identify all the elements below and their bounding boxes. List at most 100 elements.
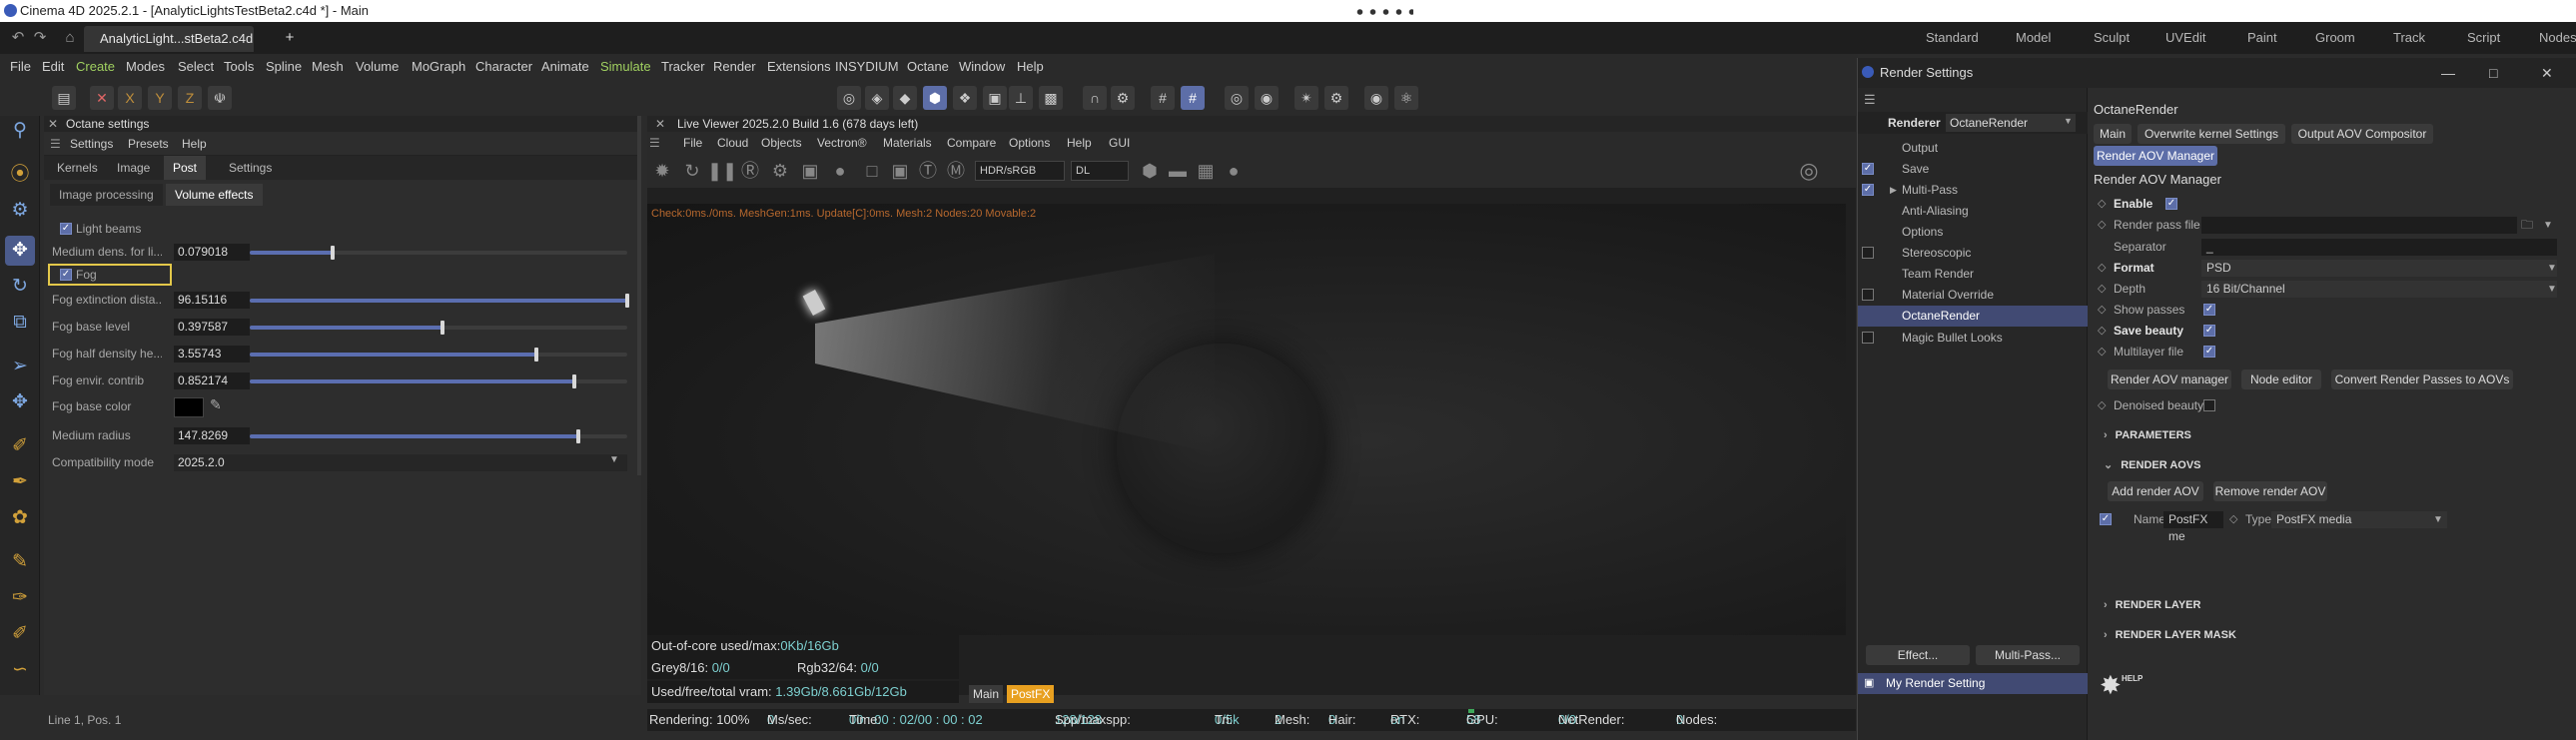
render-view-icon[interactable]: ◉ (1255, 86, 1279, 110)
menu-render[interactable]: Render (713, 54, 756, 80)
menu-options[interactable]: Options (1009, 132, 1050, 154)
menu-edit[interactable]: Edit (42, 54, 64, 80)
render-setting-item[interactable]: ▣ My Render Setting (1858, 673, 2088, 694)
menu-help[interactable]: Help (1067, 132, 1092, 154)
render-pass-file-field[interactable] (2201, 217, 2517, 234)
layout-paint[interactable]: Paint (2247, 22, 2277, 54)
axis-mode-icon[interactable]: ⊥ (1009, 86, 1033, 110)
convert-passes-button[interactable]: Convert Render Passes to AOVs (2331, 370, 2513, 389)
spline-pen-icon[interactable]: ✐ (5, 431, 35, 461)
tab-settings[interactable]: Settings (220, 156, 281, 180)
tab-image[interactable]: Image (108, 156, 159, 180)
move-tool-icon[interactable]: ✥ (5, 236, 35, 266)
multipass-checkbox[interactable]: ✓ (1862, 184, 1874, 196)
layout-model[interactable]: Model (2016, 22, 2051, 54)
points-mode-icon[interactable]: ◎ (837, 86, 861, 110)
slider-thumb[interactable] (572, 374, 577, 388)
tab-postfx[interactable]: PostFX (1007, 685, 1055, 703)
list-output[interactable]: Output (1858, 138, 2088, 159)
aov-name-field[interactable]: PostFX me (2163, 511, 2223, 543)
renderer-select[interactable]: OctaneRender (1946, 114, 2076, 132)
chevron-down-icon[interactable]: ▼ (2543, 215, 2553, 236)
octane-live-icon[interactable]: ⚛ (1394, 86, 1418, 110)
snap-magnet-icon[interactable]: ∩ (1083, 86, 1107, 110)
param-slider[interactable] (250, 348, 627, 362)
node-editor-button[interactable]: Node editor (2241, 370, 2321, 389)
search-icon[interactable]: ⚲ (5, 116, 35, 146)
transform-tool-icon[interactable]: ➢ (5, 352, 35, 381)
remove-render-aov-button[interactable]: Remove render AOV (2213, 481, 2327, 501)
keyframe-icon[interactable]: ◇ (2098, 215, 2106, 236)
coordinate-system-icon[interactable]: ☫ (208, 86, 232, 110)
subtab-volume-effects[interactable]: Volume effects (166, 184, 263, 206)
menu-modes[interactable]: Modes (126, 54, 165, 80)
tab-main[interactable]: Main (2094, 124, 2132, 144)
menu-file[interactable]: File (10, 54, 31, 80)
document-tab[interactable]: AnalyticLight...stBeta2.c4d * (84, 26, 254, 72)
region-render-icon[interactable]: Ⓡ (737, 158, 763, 184)
compat-select[interactable]: 2025.2.0 (174, 454, 627, 471)
render-region-icon[interactable]: ◎ (1225, 86, 1249, 110)
menu-settings[interactable]: Settings (70, 132, 113, 156)
clay-icon[interactable]: ▬ (1165, 158, 1191, 184)
slider-thumb[interactable] (439, 321, 444, 335)
redo-icon[interactable]: ↷ (30, 28, 50, 48)
undo-icon[interactable]: ↶ (8, 28, 28, 48)
workplane-icon[interactable]: ▩ (1039, 86, 1063, 110)
menu-help[interactable]: Help (1017, 54, 1044, 80)
render-view[interactable]: Check:0ms./0ms. MeshGen:1ms. Update[C]:0… (647, 204, 1846, 635)
list-antialiasing[interactable]: Anti-Aliasing (1858, 201, 2088, 222)
render-aov-manager-button[interactable]: Render AOV manager (2108, 370, 2231, 389)
multipass-button[interactable]: Multi-Pass... (1976, 645, 2080, 665)
paint-tool-icon[interactable]: ✐ (5, 619, 35, 649)
list-options[interactable]: Options (1858, 222, 2088, 243)
save-checkbox[interactable]: ✓ (1862, 163, 1874, 175)
render-settings-icon[interactable]: ✴ (1294, 86, 1318, 110)
tab-overwrite-kernel[interactable]: Overwrite kernel Settings (2138, 124, 2285, 144)
param-value[interactable]: 3.55743 (174, 346, 250, 363)
picture-viewer-icon[interactable]: ◉ (1364, 86, 1388, 110)
list-stereoscopic[interactable]: Stereoscopic (1858, 243, 2088, 264)
restart-icon[interactable]: ↻ (679, 158, 705, 184)
param-value[interactable]: 0.079018 (174, 244, 250, 261)
render-layer-mask-section[interactable]: › RENDER LAYER MASK (2104, 625, 2236, 645)
list-multipass[interactable]: ✓ ▶ Multi-Pass (1858, 180, 2088, 201)
menu-spline[interactable]: Spline (266, 54, 302, 80)
param-value[interactable]: 0.397587 (174, 319, 250, 336)
subtab-image-processing[interactable]: Image processing (50, 184, 163, 206)
list-octanerender[interactable]: OctaneRender (1858, 306, 2088, 327)
tab-post[interactable]: Post (164, 156, 207, 180)
cloner-icon[interactable]: ✿ (5, 503, 35, 533)
material-picker-icon[interactable]: Ⓜ (943, 158, 969, 184)
edges-mode-icon[interactable]: ◈ (865, 86, 889, 110)
menu-cloud[interactable]: Cloud (717, 132, 748, 154)
eyedropper-icon[interactable]: ✎ (210, 396, 222, 413)
aov-enable-checkbox[interactable]: ✓ (2100, 513, 2112, 525)
coord-x-button[interactable]: X (118, 86, 142, 110)
fog-checkbox[interactable]: ✓ (60, 269, 72, 281)
medium-radius-slider[interactable] (250, 429, 627, 443)
menu-create[interactable]: Create (76, 54, 115, 80)
add-render-aov-button[interactable]: Add render AOV (2108, 481, 2203, 501)
menu-extensions[interactable]: Extensions (767, 54, 831, 80)
close-icon[interactable]: ✕ (48, 116, 58, 132)
texture-mode-icon[interactable]: ❖ (953, 86, 977, 110)
menu-select[interactable]: Select (178, 54, 214, 80)
kernel-select[interactable]: DL (1071, 161, 1129, 181)
depth-select[interactable]: 16 Bit/Channel (2201, 281, 2557, 298)
focus-picker-icon[interactable]: Ⓣ (915, 158, 941, 184)
spline-tool-icon[interactable]: ∽ (5, 655, 35, 685)
panel-scrollbar[interactable] (637, 116, 641, 475)
coord-y-button[interactable]: Y (148, 86, 172, 110)
keyframe-icon[interactable]: ◇ (2098, 395, 2106, 416)
menu-objects[interactable]: Objects (761, 132, 802, 154)
uv-mode-icon[interactable]: ▣ (983, 86, 1007, 110)
close-icon[interactable]: ✕ (655, 116, 665, 132)
layout-nodes[interactable]: Nodes (2539, 22, 2576, 54)
rotate-tool-icon[interactable]: ↻ (5, 272, 35, 302)
channel-icon[interactable]: ⬢ (1137, 158, 1163, 184)
home-icon[interactable]: ⌂ (60, 28, 80, 48)
denoised-checkbox[interactable] (2203, 399, 2215, 411)
expand-arrow-icon[interactable]: ▶ (1890, 180, 1897, 201)
menu-file[interactable]: File (683, 132, 702, 154)
